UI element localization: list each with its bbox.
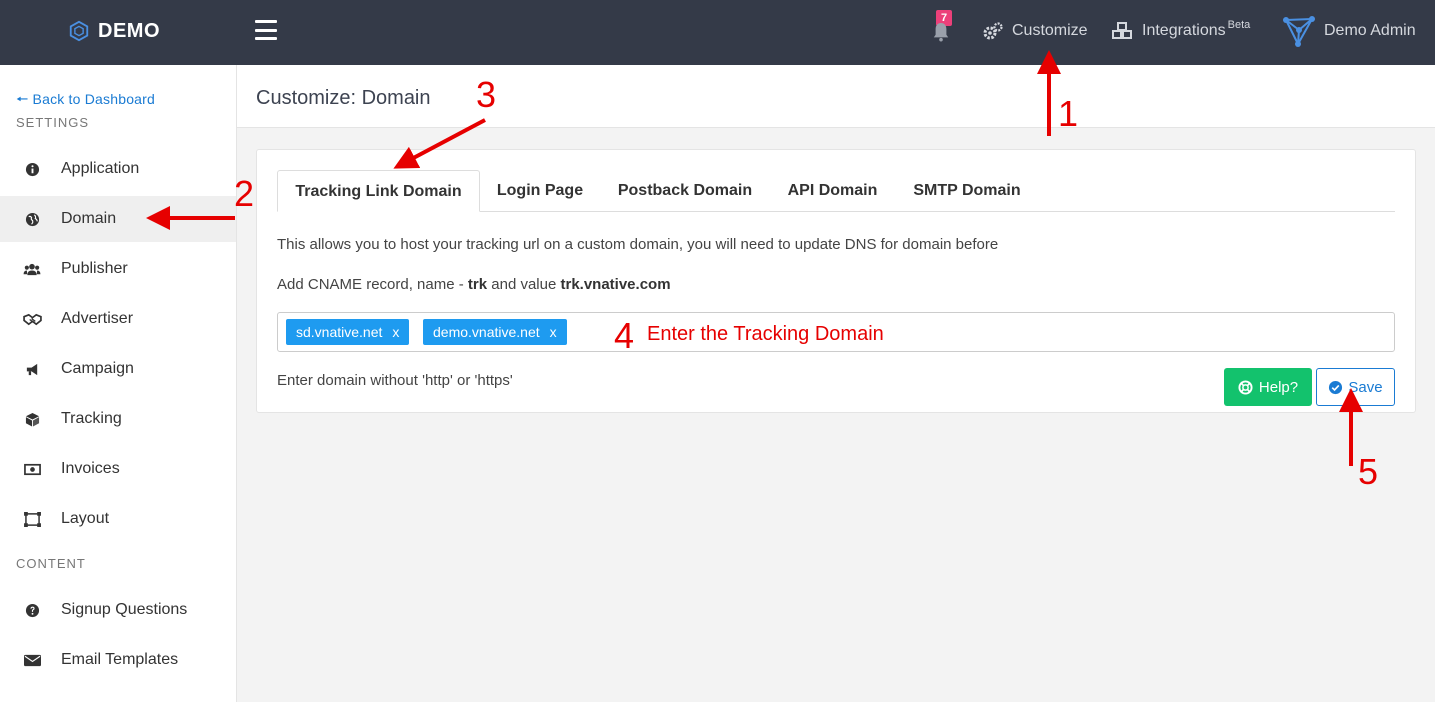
question-circle-icon — [25, 603, 39, 617]
annotation-step-4-text: Enter the Tracking Domain — [647, 323, 884, 345]
integrations-label: Integrations — [1142, 22, 1226, 39]
cname-prefix: Add CNAME record, name - — [277, 276, 468, 293]
tab-api-domain[interactable]: API Domain — [780, 170, 885, 212]
sidebar-item-label: Layout — [61, 510, 110, 527]
domain-tabs: Tracking Link Domain Login Page Postback… — [277, 170, 1395, 212]
notifications-button[interactable]: 7 — [930, 10, 954, 44]
sidebar-item-label: Domain — [61, 210, 117, 227]
annotation-step-2: 2 — [234, 173, 255, 214]
tab-tracking-link-domain[interactable]: Tracking Link Domain — [277, 170, 480, 212]
arrow-left-icon: 🠔 — [16, 91, 29, 107]
brand-name: DEMO — [98, 19, 160, 42]
domain-hint: Enter domain without 'http' or 'https' — [277, 372, 513, 389]
tag-label: demo.vnative.net — [433, 324, 540, 340]
domain-tag: demo.vnative.net x — [423, 319, 567, 345]
cname-instruction: Add CNAME record, name - trk and value t… — [277, 276, 671, 293]
customize-link[interactable]: Customize — [982, 19, 1088, 43]
money-icon — [23, 463, 41, 475]
users-icon — [23, 263, 41, 275]
sidebar-item-label: Email Templates — [61, 651, 179, 668]
menu-toggle-icon[interactable] — [255, 20, 277, 40]
sidebar-item-tracking[interactable]: Tracking — [0, 396, 236, 442]
settings-section-label: SETTINGS — [16, 115, 90, 130]
help-button[interactable]: Help? — [1224, 368, 1312, 406]
sidebar-item-label: Publisher — [61, 260, 128, 277]
integrations-link[interactable]: Integrations Beta — [1112, 19, 1250, 43]
user-name: Demo Admin — [1324, 22, 1416, 39]
back-to-dashboard-link[interactable]: 🠔 Back to Dashboard — [16, 89, 155, 113]
help-label: Help? — [1258, 378, 1299, 396]
annotation-step-3: 3 — [476, 74, 497, 115]
domain-settings-card: Tracking Link Domain Login Page Postback… — [256, 149, 1416, 413]
sidebar-item-label: Invoices — [61, 460, 120, 477]
cube-icon — [25, 412, 39, 427]
save-button[interactable]: Save — [1316, 368, 1395, 406]
layout-icon — [23, 511, 41, 527]
remove-tag-button[interactable]: x — [550, 324, 557, 340]
user-menu[interactable]: Demo Admin — [1282, 16, 1416, 47]
tab-postback-domain[interactable]: Postback Domain — [609, 170, 761, 212]
handshake-icon — [22, 313, 42, 325]
envelope-icon — [23, 654, 41, 666]
cname-name: trk — [467, 276, 488, 293]
annotation-step-5: 5 — [1358, 451, 1379, 492]
sidebar-item-campaign[interactable]: Campaign — [0, 346, 236, 392]
info-circle-icon — [25, 162, 39, 176]
domain-tag: sd.vnative.net x — [286, 319, 410, 345]
sidebar-item-label: Tracking — [61, 410, 122, 427]
cname-mid: and value — [487, 276, 561, 293]
life-ring-icon — [1238, 379, 1253, 395]
annotation-step-4: 4 — [614, 315, 635, 356]
gears-icon — [983, 22, 1003, 40]
beta-label: Beta — [1227, 19, 1251, 31]
sidebar-item-advertiser[interactable]: Advertiser — [0, 296, 236, 342]
bell-icon — [933, 23, 949, 42]
tab-smtp-domain[interactable]: SMTP Domain — [904, 170, 1030, 212]
sidebar-item-domain[interactable]: Domain — [0, 196, 236, 242]
content-section-label: CONTENT — [16, 556, 86, 571]
remove-tag-button[interactable]: x — [392, 324, 399, 340]
top-navbar: DEMO 7 Customize Integrations Beta Demo A… — [0, 0, 1435, 65]
sidebar-item-label: Campaign — [61, 360, 134, 377]
sidebar-item-application[interactable]: Application — [0, 146, 236, 192]
globe-icon — [25, 212, 39, 226]
cubes-icon — [1112, 22, 1132, 39]
sidebar-item-label: Signup Questions — [61, 601, 188, 618]
page-title: Customize: Domain — [256, 87, 431, 109]
domain-description: This allows you to host your tracking ur… — [277, 236, 999, 253]
bullhorn-icon — [26, 363, 37, 375]
customize-label: Customize — [1012, 22, 1088, 39]
brand-logo[interactable]: DEMO — [68, 18, 160, 44]
sidebar-item-label: Application — [61, 160, 140, 177]
back-label: Back to Dashboard — [32, 91, 156, 107]
sidebar: 🠔 Back to Dashboard SETTINGS Application… — [0, 65, 237, 702]
avatar — [1283, 16, 1315, 47]
tag-label: sd.vnative.net — [296, 324, 383, 340]
sidebar-item-label: Advertiser — [61, 310, 134, 327]
cname-value: trk.vnative.com — [560, 276, 671, 293]
save-label: Save — [1348, 378, 1383, 396]
sidebar-item-signup-questions[interactable]: Signup Questions — [0, 587, 236, 633]
sidebar-item-publisher[interactable]: Publisher — [0, 246, 236, 292]
sidebar-item-email-templates[interactable]: Email Templates — [0, 637, 236, 683]
hexagon-logo-icon — [69, 20, 89, 42]
check-circle-icon — [1329, 380, 1343, 394]
page-header: Customize: Domain — [237, 65, 1435, 128]
sidebar-item-layout[interactable]: Layout — [0, 496, 236, 542]
sidebar-item-invoices[interactable]: Invoices — [0, 446, 236, 492]
tab-login-page[interactable]: Login Page — [489, 170, 591, 212]
annotation-step-1: 1 — [1058, 93, 1079, 134]
